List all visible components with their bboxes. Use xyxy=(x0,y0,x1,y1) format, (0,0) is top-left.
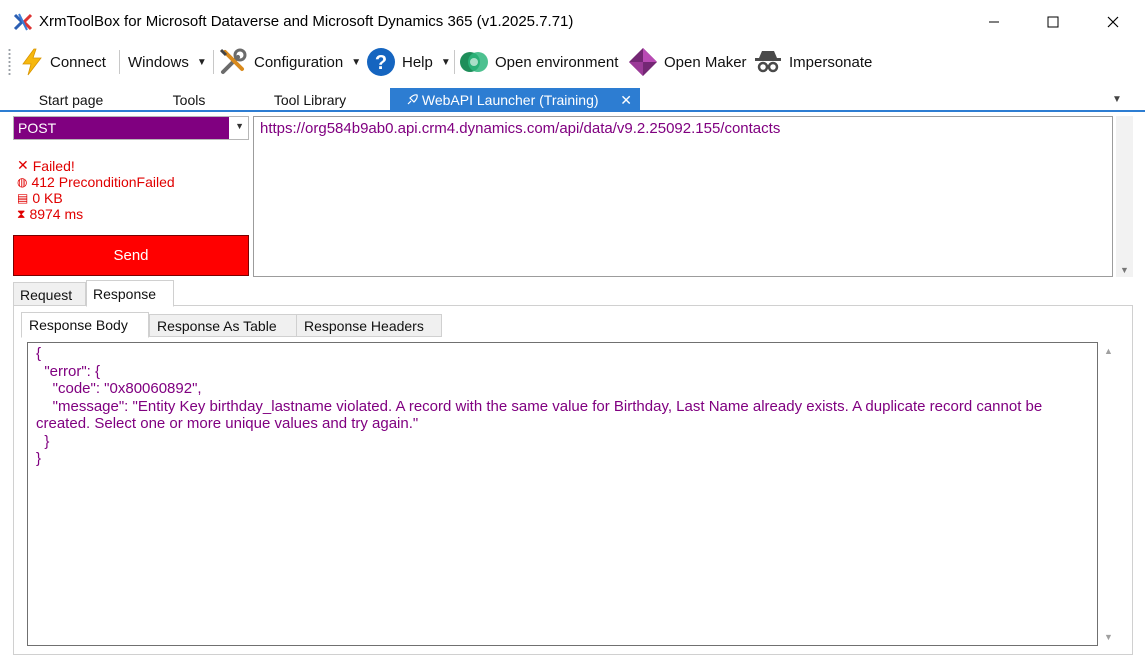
toolbar-separator xyxy=(454,50,455,74)
dataverse-icon xyxy=(460,52,488,72)
tab-tool-library[interactable]: Tool Library xyxy=(256,88,364,112)
configuration-dropdown[interactable]: Configuration ▼ xyxy=(218,44,361,80)
wrench-screwdriver-icon xyxy=(219,48,247,74)
tab-response-headers[interactable]: Response Headers xyxy=(296,314,442,337)
toolbar-separator xyxy=(213,50,214,74)
toolbar-grip[interactable] xyxy=(8,48,11,76)
svg-text:?: ? xyxy=(375,52,387,74)
tab-response[interactable]: Response xyxy=(86,280,174,307)
send-button[interactable]: Send xyxy=(13,235,249,276)
tab-webapi-launcher-label: WebAPI Launcher (Training) xyxy=(421,92,599,108)
spy-icon xyxy=(755,51,781,73)
minimize-icon xyxy=(989,21,999,23)
chevron-down-icon: ▼ xyxy=(351,56,362,68)
status-result: ✕ Failed! xyxy=(17,157,75,174)
url-input[interactable]: https://org584b9ab0.api.crm4.dynamics.co… xyxy=(253,116,1113,277)
database-icon: ▤ xyxy=(17,191,29,205)
status-code-text: 412 PreconditionFailed xyxy=(31,174,175,190)
globe-icon: ◍ xyxy=(17,175,28,189)
main-toolbar: Connect Windows ▼ Configuration ▼ ? Help… xyxy=(0,44,1145,80)
open-environment-label: Open environment xyxy=(495,53,619,71)
open-maker-label: Open Maker xyxy=(664,53,747,71)
error-x-icon: ✕ xyxy=(17,157,29,173)
open-environment-button[interactable]: Open environment xyxy=(459,44,618,80)
help-label: Help xyxy=(402,53,433,71)
xrmtoolbox-logo-icon xyxy=(13,13,33,31)
lightning-icon xyxy=(22,48,42,76)
hourglass-icon: ⧗ xyxy=(17,206,26,221)
response-scrollbar[interactable]: ▲ ▼ xyxy=(1099,342,1117,646)
tab-response-body[interactable]: Response Body xyxy=(21,312,149,338)
windows-dropdown[interactable]: Windows ▼ xyxy=(128,44,207,80)
tab-divider xyxy=(13,305,1133,306)
status-size-text: 0 KB xyxy=(32,190,63,206)
open-maker-button[interactable]: Open Maker xyxy=(628,44,747,80)
status-duration-text: 8974 ms xyxy=(29,206,84,222)
help-dropdown[interactable]: ? Help ▼ xyxy=(366,44,451,80)
response-body-text[interactable]: { "error": { "code": "0x80060892", "mess… xyxy=(27,342,1098,646)
scroll-up-icon[interactable]: ▲ xyxy=(1104,346,1113,356)
maximize-button[interactable] xyxy=(1024,0,1082,44)
windows-label: Windows xyxy=(128,53,189,71)
status-size: ▤ 0 KB xyxy=(17,190,63,206)
url-scrollbar[interactable]: ▼ xyxy=(1116,116,1133,277)
minimize-button[interactable] xyxy=(965,0,1023,44)
tab-response-as-table[interactable]: Response As Table xyxy=(149,314,297,337)
scroll-down-icon[interactable]: ▼ xyxy=(1120,265,1129,275)
chevron-down-icon: ▼ xyxy=(235,121,244,131)
chevron-down-icon: ▼ xyxy=(440,56,451,68)
close-tab-icon[interactable]: ✕ xyxy=(620,88,632,112)
document-tab-strip: Start page Tools Tool Library WebAPI Lau… xyxy=(0,88,1145,112)
connect-label: Connect xyxy=(50,53,106,71)
status-code: ◍ 412 PreconditionFailed xyxy=(17,174,175,190)
status-duration: ⧗ 8974 ms xyxy=(17,206,83,222)
tab-tools[interactable]: Tools xyxy=(153,88,225,112)
method-value: POST xyxy=(14,117,229,139)
scroll-down-icon[interactable]: ▼ xyxy=(1104,632,1113,642)
configuration-label: Configuration xyxy=(254,53,344,71)
toolbar-separator xyxy=(119,50,120,74)
tab-overflow-icon[interactable]: ▼ xyxy=(1112,94,1122,105)
chevron-down-icon: ▼ xyxy=(196,56,207,68)
window-title: XrmToolBox for Microsoft Dataverse and M… xyxy=(39,13,574,30)
power-apps-icon xyxy=(629,48,657,76)
close-icon xyxy=(1107,16,1119,28)
question-circle-icon: ? xyxy=(367,48,395,76)
tab-request[interactable]: Request xyxy=(13,282,86,306)
status-result-text: Failed! xyxy=(32,157,75,174)
rocket-icon xyxy=(407,94,418,105)
maximize-icon xyxy=(1047,16,1059,28)
impersonate-label: Impersonate xyxy=(789,53,873,71)
method-select[interactable]: POST ▼ xyxy=(13,116,249,140)
title-bar: XrmToolBox for Microsoft Dataverse and M… xyxy=(0,0,1145,44)
connect-button[interactable]: Connect xyxy=(20,44,106,80)
impersonate-button[interactable]: Impersonate xyxy=(753,44,872,80)
close-window-button[interactable] xyxy=(1084,0,1142,44)
tab-start-page[interactable]: Start page xyxy=(22,88,120,112)
tab-webapi-launcher[interactable]: WebAPI Launcher (Training) ✕ xyxy=(390,88,640,112)
